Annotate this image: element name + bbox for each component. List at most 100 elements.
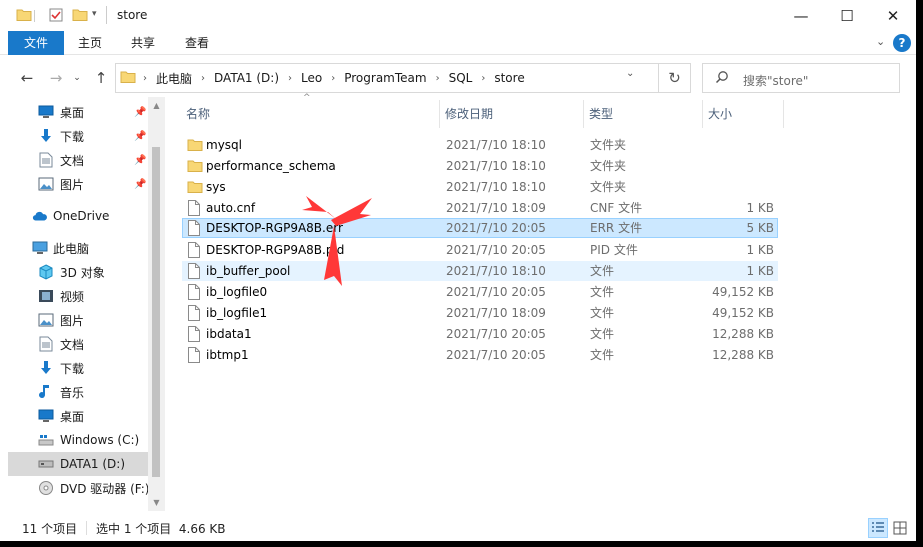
new-folder-icon[interactable] bbox=[72, 7, 88, 26]
column-header-name[interactable]: 名称 bbox=[182, 100, 440, 128]
file-icon bbox=[187, 326, 203, 342]
forward-arrow-icon[interactable]: → bbox=[44, 66, 68, 90]
tab-file[interactable]: 文件 bbox=[8, 31, 64, 55]
nav-item-documents[interactable]: 文档 bbox=[8, 332, 148, 356]
scroll-down-icon[interactable]: ▼ bbox=[148, 494, 165, 511]
close-button[interactable]: ✕ bbox=[870, 0, 916, 31]
window-title: store bbox=[117, 8, 148, 22]
nav-item-data1-d[interactable]: DATA1 (D:) bbox=[8, 452, 148, 476]
back-arrow-icon[interactable]: ← bbox=[15, 66, 39, 90]
search-input[interactable]: 搜索"store" bbox=[702, 63, 900, 93]
column-header-date[interactable]: 修改日期 bbox=[441, 100, 584, 128]
address-bar[interactable]: › 此电脑 › DATA1 (D:) › Leo › ProgramTeam ›… bbox=[115, 63, 691, 93]
details-view-button[interactable] bbox=[868, 518, 888, 538]
properties-icon[interactable] bbox=[48, 7, 64, 26]
breadcrumb-programteam[interactable]: ProgramTeam bbox=[340, 71, 430, 85]
scroll-up-icon[interactable]: ▲ bbox=[148, 97, 165, 114]
file-date: 2021/7/10 18:10 bbox=[446, 159, 546, 173]
breadcrumb-leo[interactable]: Leo bbox=[297, 71, 326, 85]
help-button[interactable]: ? bbox=[893, 34, 911, 52]
nav-item-desktop[interactable]: 桌面 bbox=[8, 404, 148, 428]
nav-item-pictures[interactable]: 图片 bbox=[8, 308, 148, 332]
nav-item-label: 下载 bbox=[60, 361, 85, 376]
breadcrumb-separator[interactable]: › bbox=[138, 73, 152, 84]
up-arrow-icon[interactable]: ↑ bbox=[89, 66, 113, 90]
file-row-ib-logfile1[interactable]: ib_logfile1 2021/7/10 18:09 文件 49,152 KB bbox=[182, 303, 778, 323]
customize-toolbar-icon[interactable]: ▾ bbox=[92, 9, 97, 19]
pin-icon[interactable]: 📌 bbox=[134, 179, 146, 190]
file-row-sys[interactable]: sys 2021/7/10 18:10 文件夹 bbox=[182, 177, 778, 197]
file-icon bbox=[187, 347, 203, 363]
pin-icon[interactable]: 📌 bbox=[134, 107, 146, 118]
breadcrumb-this-pc[interactable]: 此电脑 bbox=[152, 70, 196, 87]
file-icon bbox=[187, 284, 203, 300]
file-row-performance-schema[interactable]: performance_schema 2021/7/10 18:10 文件夹 bbox=[182, 156, 778, 176]
file-row-ib-logfile0[interactable]: ib_logfile0 2021/7/10 20:05 文件 49,152 KB bbox=[182, 282, 778, 302]
tab-share[interactable]: 共享 bbox=[122, 31, 164, 55]
tab-home[interactable]: 主页 bbox=[70, 31, 110, 55]
file-date: 2021/7/10 18:10 bbox=[446, 180, 546, 194]
maximize-button[interactable]: ☐ bbox=[824, 0, 870, 31]
nav-item-label: 下载 bbox=[60, 129, 85, 144]
nav-item-dvd-f[interactable]: DVD 驱动器 (F:) bbox=[8, 476, 148, 500]
file-size: 5 KB bbox=[746, 221, 774, 235]
nav-item-pictures-pinned[interactable]: 图片 📌 bbox=[8, 172, 148, 196]
file-size: 12,288 KB bbox=[712, 327, 774, 341]
navigation-scrollbar[interactable]: ▲ ▼ bbox=[148, 97, 165, 511]
file-row-ibtmp1[interactable]: ibtmp1 2021/7/10 20:05 文件 12,288 KB bbox=[182, 345, 778, 365]
nav-item-this-pc[interactable]: 此电脑 bbox=[8, 236, 148, 260]
breadcrumb-separator[interactable]: › bbox=[326, 73, 340, 84]
file-type: 文件夹 bbox=[590, 138, 627, 152]
chevron-down-icon[interactable]: ⌄ bbox=[876, 35, 885, 48]
nav-item-label: 此电脑 bbox=[53, 241, 90, 256]
file-row-mysql[interactable]: mysql 2021/7/10 18:10 文件夹 bbox=[182, 135, 778, 155]
pin-icon[interactable]: 📌 bbox=[134, 155, 146, 166]
file-row-desktop-pid[interactable]: DESKTOP-RGP9A8B.pid 2021/7/10 20:05 PID … bbox=[182, 240, 778, 260]
recent-locations-icon[interactable]: ⌄ bbox=[70, 66, 84, 90]
file-row-ibdata1[interactable]: ibdata1 2021/7/10 20:05 文件 12,288 KB bbox=[182, 324, 778, 344]
file-row-auto-cnf[interactable]: auto.cnf 2021/7/10 18:09 CNF 文件 1 KB bbox=[182, 198, 778, 218]
file-row-ib-buffer-pool[interactable]: ib_buffer_pool 2021/7/10 18:10 文件 1 KB bbox=[182, 261, 778, 281]
nav-item-label: 文档 bbox=[60, 337, 85, 352]
file-size: 49,152 KB bbox=[712, 285, 774, 299]
folder-icon bbox=[120, 69, 136, 88]
scrollbar-thumb[interactable] bbox=[152, 147, 160, 477]
nav-item-videos[interactable]: 视频 bbox=[8, 284, 148, 308]
nav-item-desktop-pinned[interactable]: 桌面 📌 bbox=[8, 100, 148, 124]
nav-item-downloads[interactable]: 下载 bbox=[8, 356, 148, 380]
status-separator bbox=[86, 521, 87, 535]
file-icon bbox=[187, 220, 203, 236]
minimize-button[interactable]: — bbox=[778, 0, 824, 31]
drive-icon bbox=[38, 456, 54, 472]
download-icon bbox=[38, 128, 54, 144]
breadcrumb-separator[interactable]: › bbox=[196, 73, 210, 84]
nav-item-onedrive[interactable]: OneDrive bbox=[8, 204, 148, 228]
pin-icon[interactable]: 📌 bbox=[134, 131, 146, 142]
breadcrumb-separator[interactable]: › bbox=[431, 73, 445, 84]
breadcrumb-store[interactable]: store bbox=[490, 71, 528, 85]
nav-item-music[interactable]: 音乐 bbox=[8, 380, 148, 404]
nav-item-label: DATA1 (D:) bbox=[60, 457, 126, 471]
cloud-icon bbox=[32, 208, 48, 224]
desktop-icon bbox=[38, 408, 54, 424]
file-date: 2021/7/10 20:05 bbox=[446, 348, 546, 362]
nav-item-3d-objects[interactable]: 3D 对象 bbox=[8, 260, 148, 284]
column-header-size[interactable]: 大小 bbox=[704, 100, 784, 128]
file-type: CNF 文件 bbox=[590, 201, 643, 215]
nav-item-download-pinned[interactable]: 下载 📌 bbox=[8, 124, 148, 148]
computer-icon bbox=[32, 240, 48, 256]
refresh-icon[interactable]: ↻ bbox=[658, 63, 690, 93]
file-type: PID 文件 bbox=[590, 243, 638, 257]
breadcrumb-data1[interactable]: DATA1 (D:) bbox=[210, 71, 283, 85]
large-icons-view-button[interactable] bbox=[890, 518, 910, 538]
address-history-icon[interactable]: ⌄ bbox=[626, 68, 634, 79]
file-row-desktop-err[interactable]: DESKTOP-RGP9A8B.err 2021/7/10 20:05 ERR … bbox=[182, 218, 778, 238]
nav-item-windows-c[interactable]: Windows (C:) bbox=[8, 428, 148, 452]
breadcrumb-separator[interactable]: › bbox=[283, 73, 297, 84]
breadcrumb-separator[interactable]: › bbox=[476, 73, 490, 84]
column-header-type[interactable]: 类型 bbox=[585, 100, 703, 128]
tab-view[interactable]: 查看 bbox=[176, 31, 218, 55]
breadcrumb-sql[interactable]: SQL bbox=[445, 71, 477, 85]
nav-item-documents-pinned[interactable]: 文档 📌 bbox=[8, 148, 148, 172]
file-type: 文件 bbox=[590, 306, 615, 320]
